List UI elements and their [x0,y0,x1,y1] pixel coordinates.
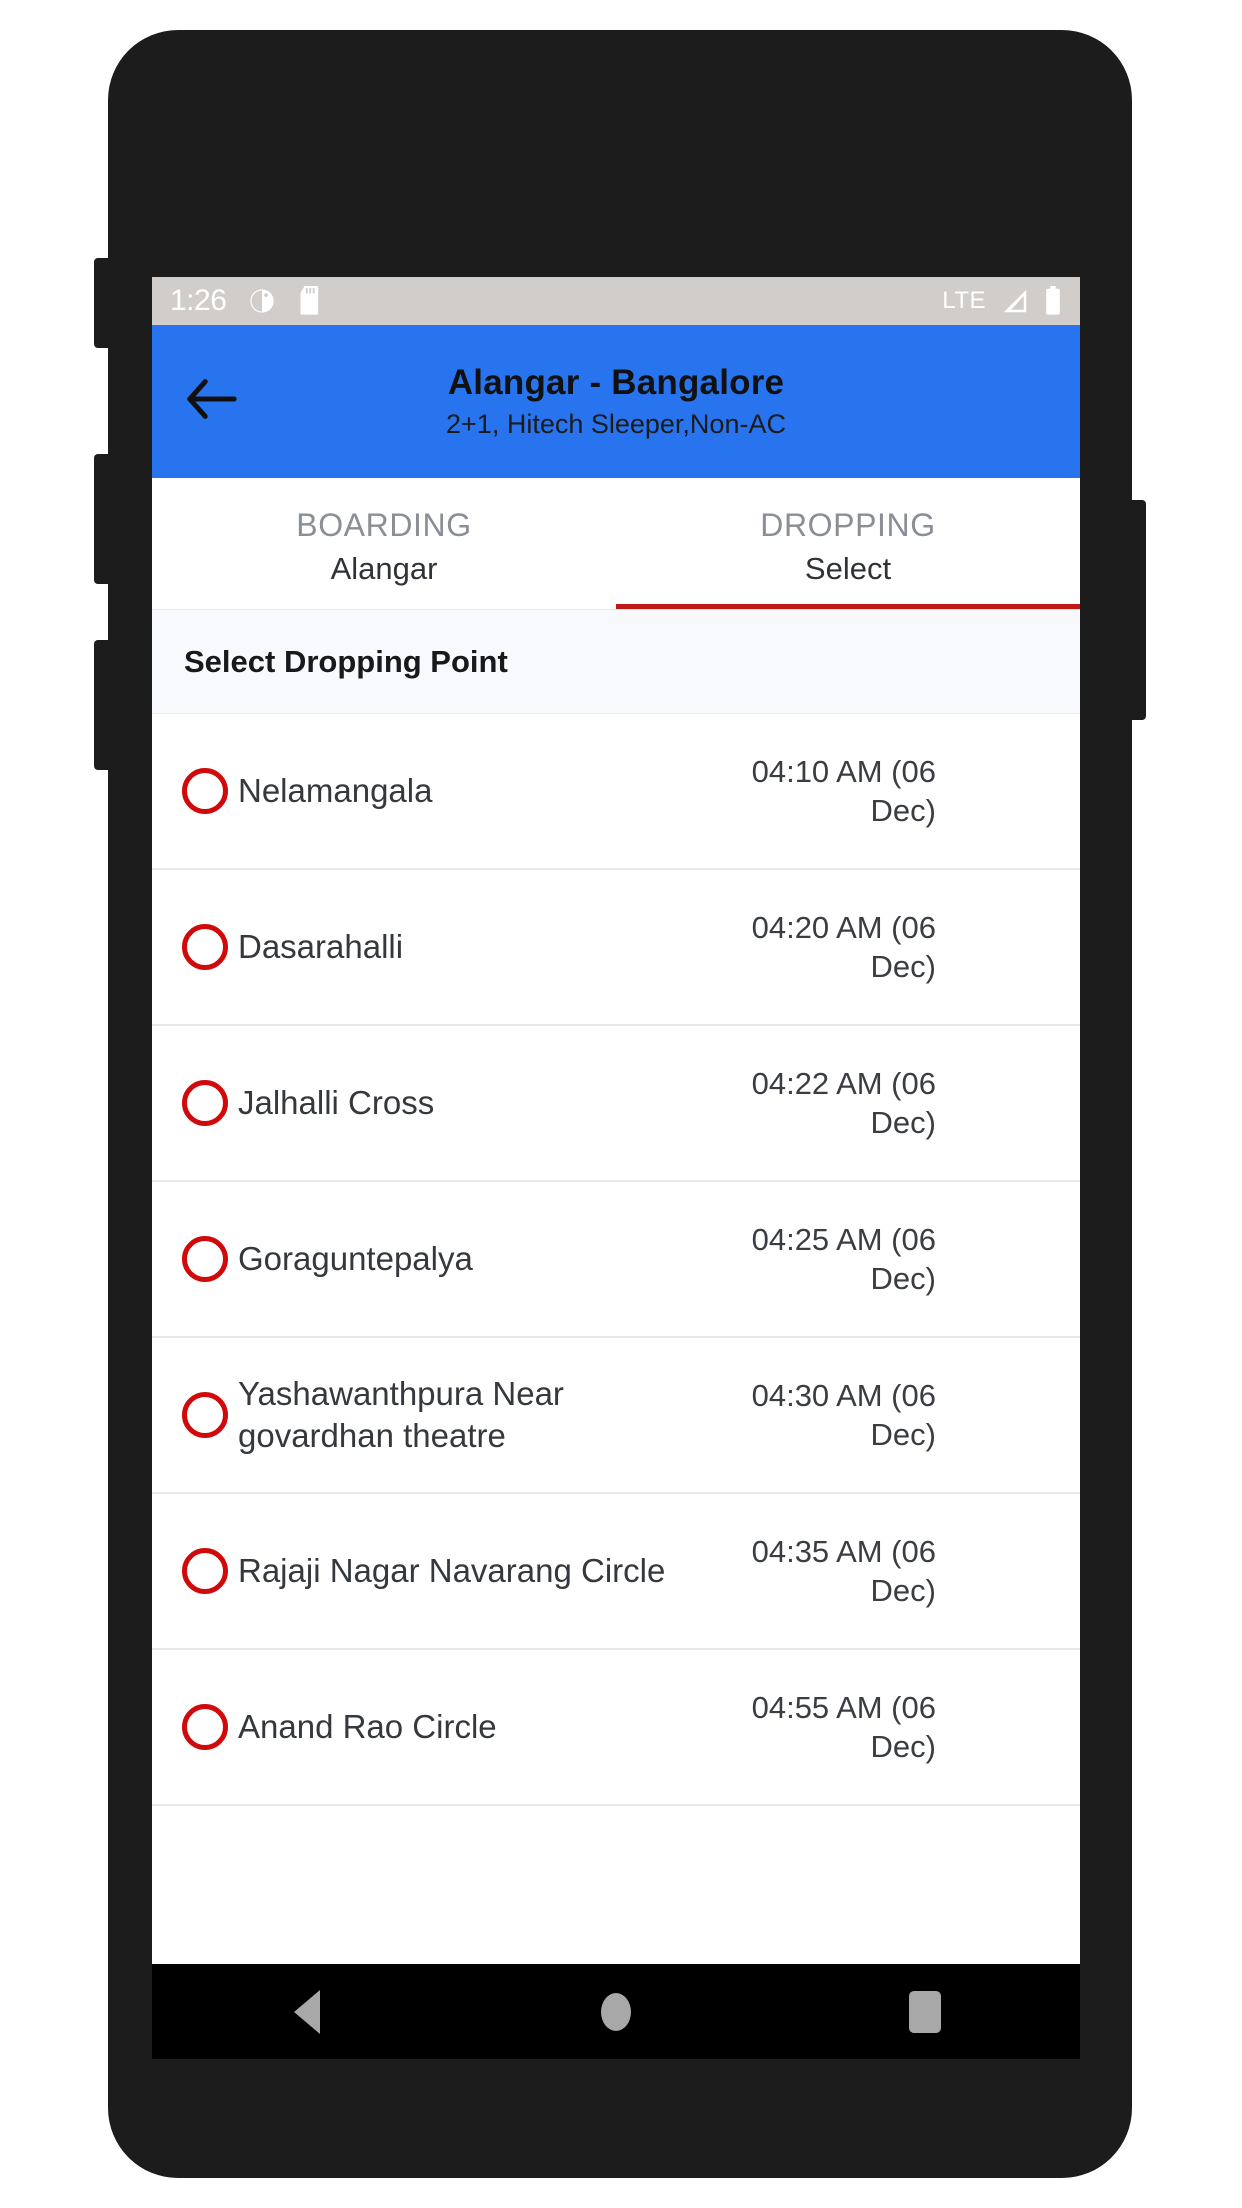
back-button[interactable] [180,371,242,433]
radio-button-icon[interactable] [182,1392,228,1438]
clock-face-icon [248,287,276,315]
tab-dropping[interactable]: DROPPING Select [616,478,1080,609]
stop-time: 04:35 AM (06 Dec) [751,1533,936,1608]
stop-name: Goraguntepalya [238,1240,473,1278]
tab-active-indicator [616,604,1080,609]
stop-time: 04:30 AM (06 Dec) [751,1377,936,1452]
list-item[interactable]: Yashawanthpura Near govardhan theatre 04:… [152,1338,1080,1494]
status-bar-left: 1:26 [170,284,322,318]
stop-name: Rajaji Nagar Navarang Circle [238,1552,666,1590]
list-item[interactable]: Dasarahalli 04:20 AM (06 Dec) [152,870,1080,1026]
battery-icon [1044,286,1062,316]
nav-recents-button[interactable] [870,1982,980,2042]
page-title: Alangar - Bangalore [447,362,785,402]
device-side-button-top[interactable] [94,258,110,348]
triangle-back-icon [293,1989,320,2034]
stop-name: Nelamangala [238,772,433,810]
stop-name: Jalhalli Cross [238,1084,435,1122]
tab-bar: BOARDING Alangar DROPPING Select [152,478,1080,610]
stop-time: 04:22 AM (06 Dec) [751,1065,936,1140]
radio-button-icon[interactable] [182,1704,228,1750]
list-item[interactable]: Anand Rao Circle 04:55 AM (06 Dec) [152,1650,1080,1806]
stop-time: 04:10 AM (06 Dec) [751,753,936,828]
stop-name: Anand Rao Circle [238,1708,497,1746]
sd-card-icon [298,286,322,316]
status-bar: 1:26 LTE [152,277,1080,325]
section-header: Select Dropping Point [152,610,1080,714]
tab-boarding[interactable]: BOARDING Alangar [152,478,616,609]
page-subtitle: 2+1, Hitech Sleeper,Non-AC [446,409,786,440]
dropping-point-list: Nelamangala 04:10 AM (06 Dec) Dasarahalli 0… [152,714,1080,1806]
section-header-title: Select Dropping Point [184,643,508,679]
phone-screen: 1:26 LTE Alangar - Bangalore 2+1, Hitech… [152,277,1080,2059]
tab-dropping-label: DROPPING [760,506,936,543]
tab-dropping-value: Select [804,551,892,587]
radio-button-icon[interactable] [182,1080,228,1126]
arrow-left-icon [184,377,238,426]
tab-boarding-label: BOARDING [296,506,472,543]
stop-name: Dasarahalli [238,928,404,966]
list-item[interactable]: Goraguntepalya 04:25 AM (06 Dec) [152,1182,1080,1338]
device-volume-down-button[interactable] [94,640,110,770]
square-recents-icon [909,1990,942,2033]
radio-button-icon[interactable] [182,1236,228,1282]
tab-boarding-value: Alangar [330,551,438,587]
circle-home-icon [600,1992,631,2031]
nav-home-button[interactable] [561,1982,671,2042]
status-bar-right: LTE [942,286,1062,316]
status-bar-clock: 1:26 [170,284,227,317]
radio-button-icon[interactable] [182,1548,228,1594]
device-volume-up-button[interactable] [94,454,110,584]
network-type-label: LTE [942,287,986,314]
nav-back-button[interactable] [252,1982,362,2042]
stop-time: 04:25 AM (06 Dec) [751,1221,936,1296]
list-item[interactable]: Rajaji Nagar Navarang Circle 04:35 AM (06… [152,1494,1080,1650]
radio-button-icon[interactable] [182,924,228,970]
device-power-button[interactable] [1130,500,1146,720]
stop-name: Yashawanthpura Near govardhan theatre [238,1375,564,1454]
app-bar-titles: Alangar - Bangalore 2+1, Hitech Sleeper,… [152,363,1080,440]
stop-time: 04:20 AM (06 Dec) [751,909,936,984]
list-item[interactable]: Jalhalli Cross 04:22 AM (06 Dec) [152,1026,1080,1182]
radio-button-icon[interactable] [182,768,228,814]
signal-icon [1000,286,1030,316]
app-bar: Alangar - Bangalore 2+1, Hitech Sleeper,… [152,325,1080,478]
list-item[interactable]: Nelamangala 04:10 AM (06 Dec) [152,714,1080,870]
android-navigation-bar [152,1964,1080,2059]
stop-time: 04:55 AM (06 Dec) [751,1689,936,1764]
